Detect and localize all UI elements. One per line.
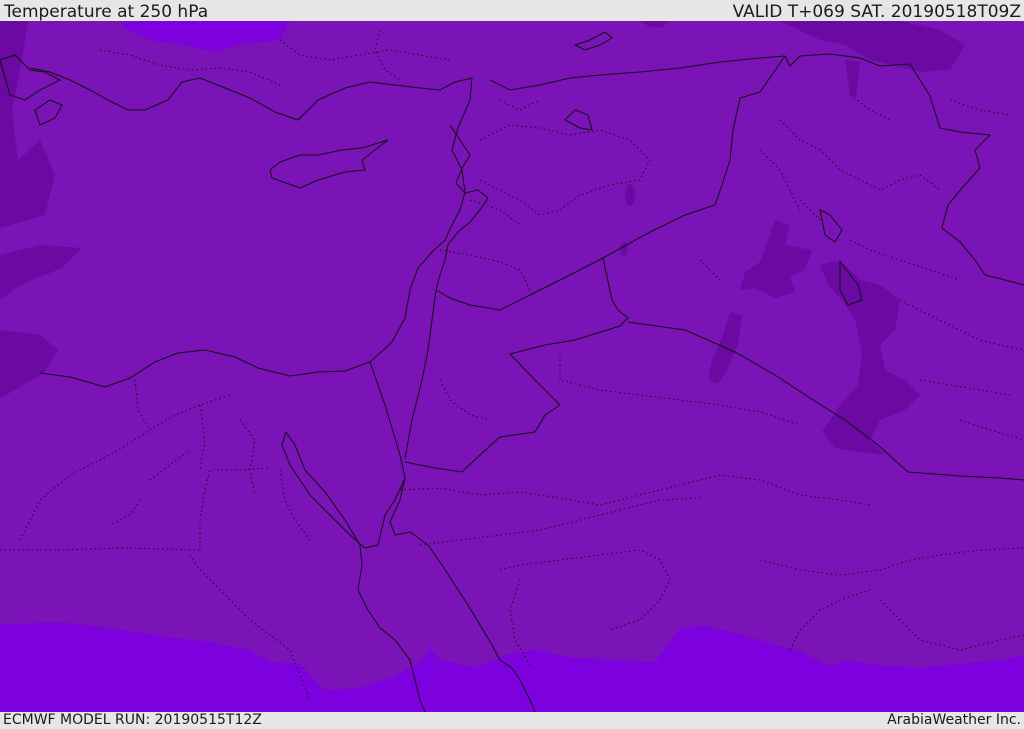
- map-title: Temperature at 250 hPa: [4, 2, 209, 22]
- cold-zone-speck-2: [620, 242, 628, 256]
- footer-bar: ECMWF MODEL RUN: 20190515T12Z ArabiaWeat…: [0, 712, 1024, 729]
- weather-map[interactable]: [0, 21, 1024, 712]
- header-bar: Temperature at 250 hPa VALID T+069 SAT. …: [0, 0, 1024, 21]
- credit-label: ArabiaWeather Inc.: [887, 712, 1021, 728]
- cold-zone-speck-1: [625, 184, 635, 206]
- model-run-label: ECMWF MODEL RUN: 20190515T12Z: [3, 712, 262, 728]
- valid-time: VALID T+069 SAT. 20190518T09Z: [732, 2, 1021, 22]
- map-canvas: [0, 21, 1024, 712]
